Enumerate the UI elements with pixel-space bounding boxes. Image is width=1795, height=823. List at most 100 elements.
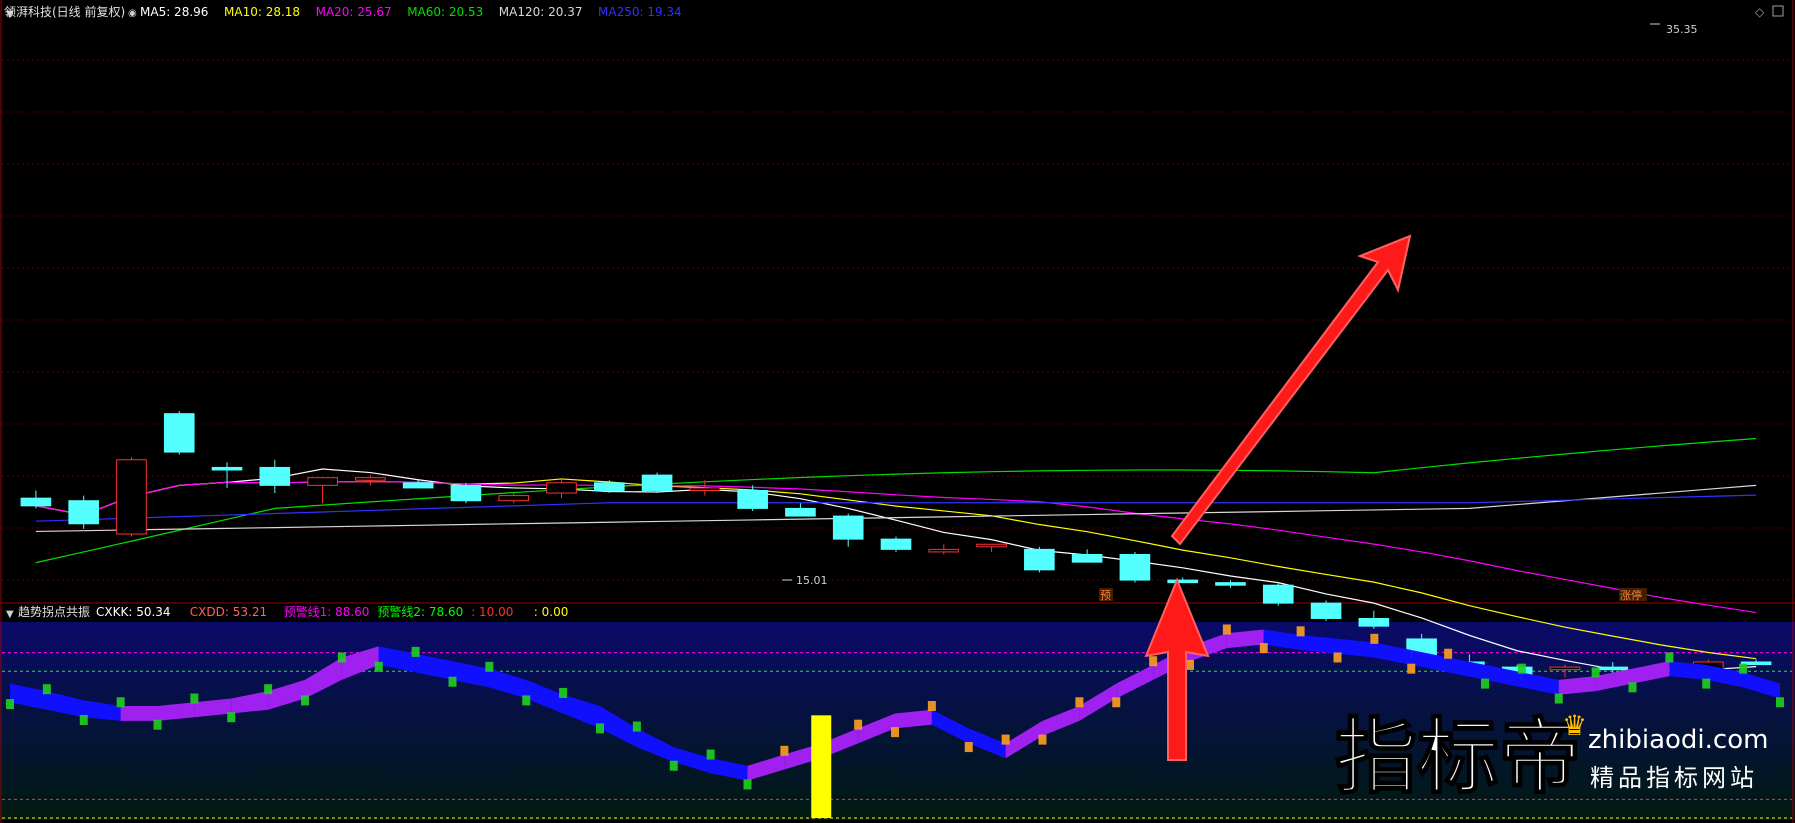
sub-toggle-triangle-icon[interactable]: ▼ (6, 609, 14, 620)
candle-body (1167, 579, 1199, 584)
candle-body (1597, 666, 1629, 671)
sub-legend-item: CXDD: 53.21 (190, 605, 267, 619)
sub-legend-item: : 0.00 (534, 605, 569, 619)
candle-body (737, 489, 768, 509)
signal-dot (337, 652, 346, 663)
signal-dot (559, 687, 568, 698)
ma-legend-item: MA120: 20.37 (499, 5, 583, 19)
candle-body (68, 500, 99, 525)
high-price-label: 35.35 (1666, 23, 1698, 36)
signal-dot (854, 719, 863, 730)
candle-body (402, 482, 434, 489)
candle (1119, 551, 1151, 583)
stock-chart: 35.35 15.01 预 涨停 ◇ ▼ ▼ 领湃科技(日线 前复权) ◉ MA5… (0, 0, 1795, 823)
sub-legend-item: : 10.00 (471, 605, 513, 619)
candle-body (546, 482, 577, 494)
signal-dot (6, 699, 14, 710)
signal-dot (1259, 643, 1268, 654)
signal-dot (1517, 663, 1526, 674)
signal-bar (811, 715, 832, 818)
band-segment (120, 706, 158, 721)
signal-dot (301, 695, 309, 706)
watermark-slogan: 精品指标网站 (1590, 764, 1758, 792)
ma-legend-item: MA5: 28.96 (140, 5, 208, 19)
signal-dot (964, 742, 973, 753)
signal-dot (153, 719, 162, 730)
candle-body (641, 474, 673, 491)
signal-dot (891, 727, 899, 738)
signal-dot (632, 721, 641, 732)
signal-dot (1554, 693, 1563, 704)
signal-dot (1665, 652, 1674, 663)
signal-dot (227, 712, 236, 723)
watermark-logo: 指标帝 (1335, 710, 1581, 805)
signal-dot (1591, 667, 1600, 678)
candle-body (355, 477, 386, 481)
signal-dot (411, 646, 420, 657)
signal-dot (1149, 656, 1158, 667)
sub-legend-item: CXKK: 50.34 (96, 605, 171, 619)
candle-body (1071, 553, 1103, 563)
collapse-diamond-icon[interactable]: ◇ (1755, 5, 1765, 19)
signal-dot (1186, 659, 1194, 670)
signal-dot (1112, 697, 1121, 708)
low-price-label: 15.01 (796, 574, 828, 587)
candle-body (1119, 553, 1151, 581)
candle-body (450, 484, 482, 502)
candle-body (1215, 582, 1246, 586)
ma-legend-toggle-icon[interactable]: ◉ (128, 8, 137, 19)
candle-body (307, 477, 338, 486)
candle (163, 411, 195, 455)
signal-dot (1038, 734, 1047, 745)
candle (1310, 600, 1342, 622)
candle (1024, 546, 1055, 573)
candle-body (116, 459, 147, 535)
signal-dot (780, 745, 789, 756)
signal-dot (264, 684, 273, 695)
candle-body (928, 548, 960, 553)
signal-dot (1407, 663, 1416, 674)
signal-dot (1739, 663, 1748, 674)
candle-body (976, 543, 1007, 548)
candle-body (689, 487, 721, 491)
signal-dot (706, 749, 715, 760)
candle-body (1024, 548, 1055, 571)
sub-legend-item: 预警线1: 88.60 (284, 604, 370, 619)
candle-body (593, 482, 625, 491)
signal-dot (116, 697, 125, 708)
signal-dot (927, 701, 936, 711)
candle-body (211, 466, 243, 471)
signal-dot (79, 715, 88, 725)
signal-dot (1296, 626, 1305, 637)
signal-dot (1444, 648, 1453, 659)
candle (641, 472, 673, 494)
signal-dot (1075, 697, 1084, 708)
signal-dot (1222, 624, 1231, 635)
candle-body (163, 413, 195, 453)
signal-dot (522, 695, 531, 706)
ma-legend-item: MA20: 25.67 (316, 5, 392, 19)
signal-dot (1370, 633, 1379, 644)
signal-dot (743, 779, 752, 790)
candle-body (20, 497, 52, 507)
signal-dot (374, 661, 383, 672)
signal-dot (190, 693, 199, 704)
signal-dot (669, 760, 678, 771)
candle-body (1262, 584, 1294, 604)
signal-dot (42, 684, 51, 695)
tag-pre: 预 (1100, 589, 1111, 602)
candle-body (259, 466, 291, 486)
signal-dot (596, 723, 604, 734)
ma-legend-item: MA60: 20.53 (407, 5, 483, 19)
candle (450, 482, 482, 504)
candle-body (1549, 666, 1581, 671)
main-chart-title: 领湃科技(日线 前复权) (4, 4, 125, 19)
signal-dot (1001, 734, 1010, 745)
sub-legend: CXKK: 50.34 CXDD: 53.21 预警线1: 88.60 预警线2: 7… (96, 604, 568, 619)
candle-body (1310, 602, 1342, 619)
candle-body (880, 538, 912, 550)
signal-dot (1702, 678, 1711, 689)
candle-body (832, 515, 864, 540)
crown-icon: ♛ (1562, 709, 1587, 742)
signal-dot (1628, 682, 1637, 693)
